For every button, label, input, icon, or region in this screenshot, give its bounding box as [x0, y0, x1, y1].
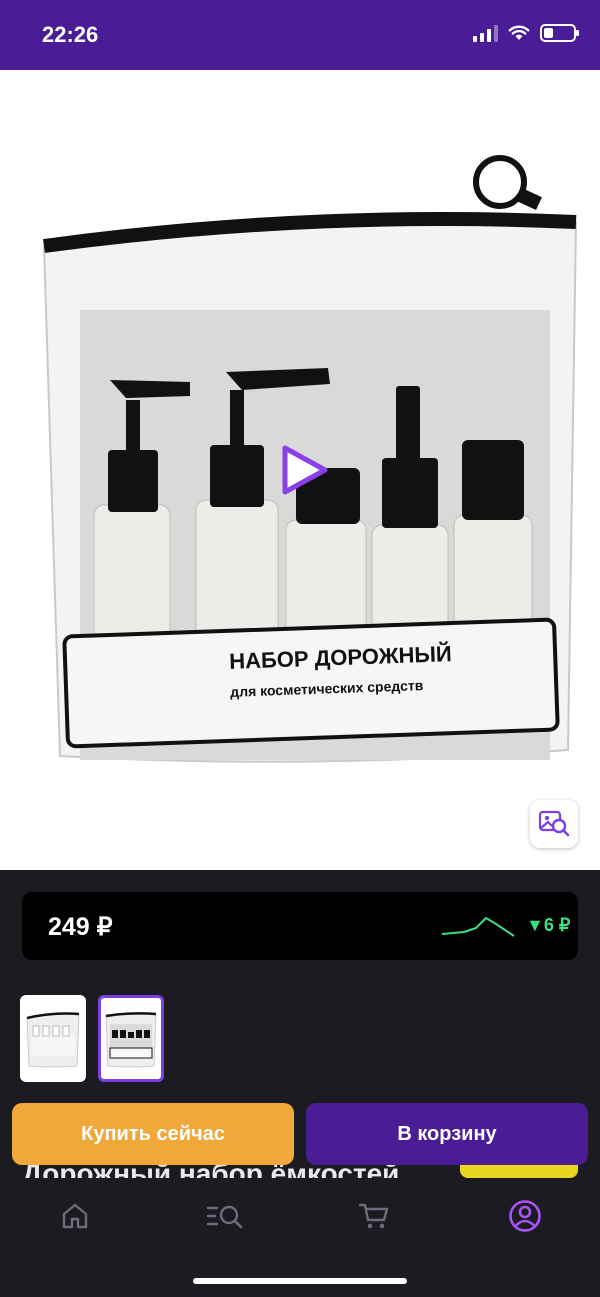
home-indicator[interactable] [193, 1278, 407, 1284]
play-video-button[interactable] [275, 442, 331, 498]
thumbnail-strip [20, 995, 164, 1082]
battery-icon [540, 24, 579, 42]
share-button[interactable] [544, 92, 584, 132]
favorite-button[interactable] [470, 92, 510, 132]
thumbnail-image [26, 1011, 80, 1067]
image-search-icon [538, 810, 570, 837]
product-image: НАБОР ДОРОЖНЫЙ для косметических средств [42, 155, 578, 763]
cart-icon [358, 1203, 389, 1229]
status-time: 22:26 [42, 22, 99, 47]
tab-cart[interactable] [352, 1196, 396, 1236]
tab-home[interactable] [53, 1196, 97, 1236]
price-card[interactable]: 249 ₽ ▼6 ₽ [22, 892, 578, 960]
price-trend-chart [441, 917, 515, 937]
share-icon [550, 95, 578, 129]
catalog-search-icon [206, 1205, 243, 1229]
product-gallery[interactable]: НАБОР ДОРОЖНЫЙ для косметических средств [0, 70, 600, 870]
signal-icon [473, 24, 498, 42]
wifi-icon [508, 25, 530, 40]
home-icon [62, 1203, 88, 1229]
profile-icon [509, 1200, 541, 1232]
buy-now-button[interactable]: Купить сейчас [12, 1103, 294, 1165]
heart-icon [473, 96, 507, 127]
tab-profile[interactable] [503, 1196, 547, 1236]
thumbnail-image [105, 1011, 157, 1067]
tab-catalog[interactable] [203, 1196, 247, 1236]
chevron-left-icon [29, 96, 46, 128]
thumbnail-2[interactable] [98, 995, 164, 1082]
price-value: 249 ₽ [48, 913, 113, 941]
price-change: ▼6 ₽ [526, 915, 571, 935]
back-button[interactable] [18, 92, 58, 132]
status-bar: 22:26 [0, 0, 600, 70]
thumbnail-1[interactable] [20, 995, 86, 1082]
image-search-button[interactable] [530, 800, 578, 848]
status-icons [473, 24, 579, 42]
add-to-cart-button[interactable]: В корзину [306, 1103, 588, 1165]
